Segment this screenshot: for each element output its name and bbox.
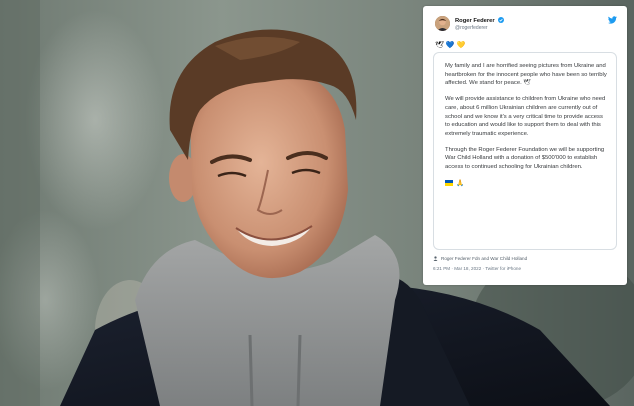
author-name[interactable]: Roger Federer bbox=[455, 17, 505, 24]
person-icon bbox=[433, 256, 438, 261]
avatar[interactable] bbox=[435, 16, 450, 31]
author-name-text[interactable]: Roger Federer bbox=[455, 18, 495, 24]
tweet-header: Roger Federer @rogerfederer bbox=[433, 14, 617, 42]
tagged-users-text[interactable]: Roger Federer Fdn and War Child Holland bbox=[441, 256, 527, 261]
yellow-heart-emoji: 💛 bbox=[456, 42, 466, 49]
dove-emoji: 🕊 bbox=[435, 42, 444, 49]
tweet-timestamp[interactable]: 6:21 PM · Mar 18, 2022 · Twitter for iPh… bbox=[433, 266, 617, 271]
blue-heart-emoji: 💙 bbox=[445, 42, 455, 49]
tweet-card[interactable]: Roger Federer @rogerfederer 🕊 💙 💛 My fam… bbox=[423, 6, 627, 285]
statement-paragraph-2: We will provide assistance to children f… bbox=[445, 96, 606, 137]
verified-badge-icon bbox=[498, 17, 505, 23]
ukraine-flag-icon bbox=[445, 179, 453, 186]
statement-paragraph-1: My family and I are horrified seeing pic… bbox=[445, 63, 607, 87]
quoted-statement[interactable]: My family and I are horrified seeing pic… bbox=[433, 52, 617, 250]
statement-paragraph-3: Through the Roger Federer Foundation we … bbox=[445, 146, 605, 171]
praying-hands-emoji: 🙏 bbox=[456, 179, 465, 187]
author-handle[interactable]: @rogerfederer bbox=[455, 25, 488, 31]
closing-emoji-row: 🙏 bbox=[445, 179, 607, 187]
tagged-users[interactable]: Roger Federer Fdn and War Child Holland bbox=[433, 256, 617, 261]
twitter-logo-icon[interactable] bbox=[608, 16, 617, 24]
